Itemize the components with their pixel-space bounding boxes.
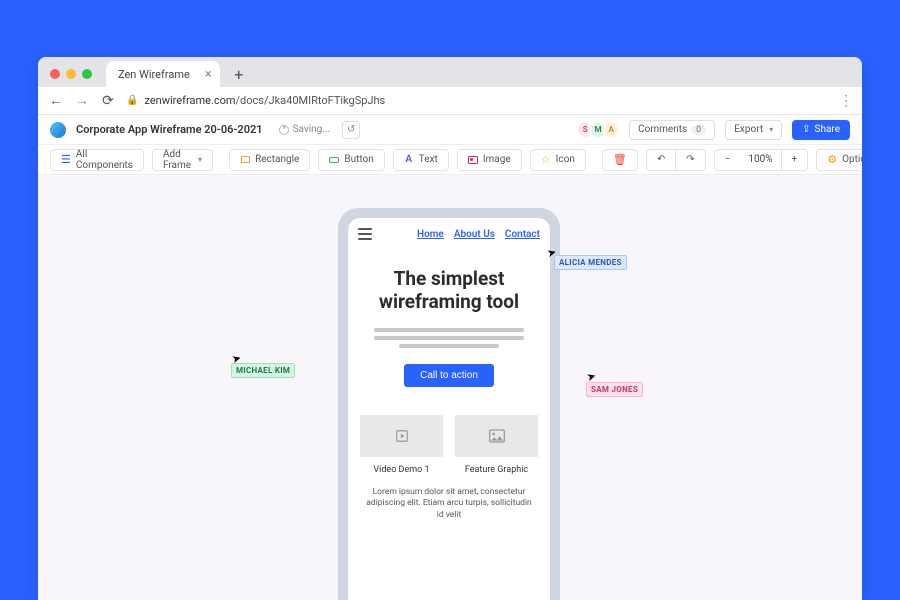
cursor-icon: ➤ [230,337,295,366]
comments-count: 0 [691,125,706,135]
cursor-icon: ➤ [585,357,643,384]
share-icon: ⇪ [802,124,810,135]
browser-menu-icon[interactable]: ⋮ [839,93,852,109]
chevron-down-icon: ▾ [769,125,773,134]
options-button[interactable]: ⚙Options [816,149,862,171]
sync-icon [279,125,289,135]
undo-button[interactable]: ↶ [646,149,675,171]
star-icon: ☆ [541,155,551,165]
phone-screen: Home About Us Contact The simplest wiref… [348,218,550,600]
add-frame-button[interactable]: Add Frame ▾ [152,149,213,171]
back-button[interactable]: ← [48,92,64,109]
tab-strip: Zen Wireframe × + [38,57,862,87]
redo-button[interactable]: ↷ [675,149,705,171]
mockup-nav: Home About Us Contact [348,218,550,246]
collaborator-cursor-sam: ➤ SAM JONES [586,364,643,397]
url-field[interactable]: 🔒 zenwireframe.com/docs/Jka40MIRtoFTikgS… [126,94,829,107]
browser-tab[interactable]: Zen Wireframe × [106,61,220,87]
button-icon [329,157,339,163]
avatar[interactable]: A [603,122,619,138]
zoom-level[interactable]: 100% [740,149,780,171]
undo-redo-group: ↶ ↷ [646,149,706,171]
text-icon: A [404,155,414,165]
canvas[interactable]: Home About Us Contact The simplest wiref… [38,175,862,600]
nav-contact[interactable]: Contact [505,229,540,240]
chevron-down-icon: ▾ [198,155,202,164]
nav-home[interactable]: Home [417,229,444,240]
image-icon [468,156,478,164]
cursor-label: ALICIA MENDES [554,255,627,270]
close-window-icon[interactable] [50,69,60,79]
history-button[interactable]: ↺ [342,121,360,139]
card-image[interactable]: Feature Graphic [455,415,538,475]
share-button[interactable]: ⇪ Share [792,120,850,140]
sliders-icon: ⚙ [827,153,837,166]
placeholder-lines [366,328,532,348]
address-bar: ← → ⟳ 🔒 zenwireframe.com/docs/Jka40MIRto… [38,87,862,115]
zoom-in-button[interactable]: + [781,149,809,171]
text-tool[interactable]: AText [393,149,449,171]
new-tab-button[interactable]: + [226,61,252,87]
collaborator-cursor-michael: ➤ MICHAEL KIM [231,345,295,378]
url-path: /docs/Jka40MIRtoFTikgSpJhs [236,94,386,107]
lock-icon: 🔒 [126,95,138,106]
card-caption: Feature Graphic [465,465,528,475]
reload-button[interactable]: ⟳ [100,93,116,109]
menu-icon: ☰ [61,153,71,166]
mockup-nav-links: Home About Us Contact [417,229,540,240]
mockup-hero: The simplest wireframing tool Call to ac… [348,246,550,401]
all-components-button[interactable]: ☰ All Components [50,149,144,171]
browser-window: Zen Wireframe × + ← → ⟳ 🔒 zenwireframe.c… [38,57,862,600]
trash-icon: 🗑 [613,153,627,166]
toolbar: ☰ All Components Add Frame ▾ Rectangle B… [38,145,862,175]
url-domain: zenwireframe.com [144,94,235,107]
cta-button[interactable]: Call to action [404,364,494,387]
minimize-window-icon[interactable] [66,69,76,79]
document-title[interactable]: Corporate App Wireframe 20-06-2021 [76,123,263,136]
zoom-out-button[interactable]: − [714,149,741,171]
comments-button[interactable]: Comments 0 [629,120,715,140]
window-controls [46,69,102,87]
forward-button[interactable]: → [74,92,90,109]
delete-button[interactable]: 🗑 [602,149,638,171]
image-tool[interactable]: Image [457,149,522,171]
mockup-paragraph[interactable]: Lorem ipsum dolor sit amet, consectetur … [348,481,550,529]
card-video[interactable]: Video Demo 1 [360,415,443,475]
phone-frame[interactable]: Home About Us Contact The simplest wiref… [338,208,560,600]
rectangle-icon [241,156,250,163]
mockup-headline[interactable]: The simplest wireframing tool [366,268,532,314]
hamburger-icon[interactable] [358,228,372,240]
collaborator-cursor-alicia: ➤ ALICIA MENDES [546,237,627,270]
maximize-window-icon[interactable] [82,69,92,79]
zoom-group: − 100% + [714,149,809,171]
export-button[interactable]: Export ▾ [725,120,782,140]
cursor-label: MICHAEL KIM [231,363,295,378]
app-logo [50,122,66,138]
button-tool[interactable]: Button [318,149,384,171]
close-tab-icon[interactable]: × [205,67,212,82]
picture-icon [489,429,505,443]
rectangle-tool[interactable]: Rectangle [229,149,310,171]
saving-status: Saving... [279,124,331,135]
tab-title: Zen Wireframe [118,68,190,81]
app-header: Corporate App Wireframe 20-06-2021 Savin… [38,115,862,145]
collaborator-avatars: S M A [580,122,619,138]
mockup-cards: Video Demo 1 Feature Graphic [348,401,550,481]
cursor-label: SAM JONES [586,382,643,397]
nav-about[interactable]: About Us [454,229,495,240]
play-icon [395,429,409,443]
icon-tool[interactable]: ☆Icon [530,149,586,171]
card-caption: Video Demo 1 [373,465,429,475]
